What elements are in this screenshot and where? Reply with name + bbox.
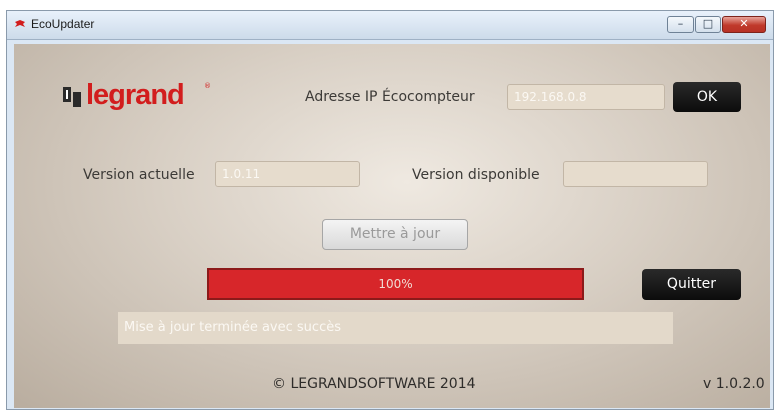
logo: legrand ® xyxy=(62,79,222,114)
legrand-logo-icon xyxy=(63,87,81,107)
copyright-text: © LEGRANDSOFTWARE 2014 xyxy=(272,376,476,392)
ip-label: Adresse IP Écocompteur xyxy=(305,89,475,105)
maximize-button[interactable]: □ xyxy=(695,16,721,33)
update-button[interactable]: Mettre à jour xyxy=(322,219,468,250)
minimize-button[interactable]: – xyxy=(667,16,694,33)
logo-registered-mark: ® xyxy=(204,82,211,90)
close-button[interactable]: ✕ xyxy=(722,16,766,33)
current-version-label: Version actuelle xyxy=(83,167,195,183)
progress-bar: 100% xyxy=(207,268,584,300)
logo-text: legrand xyxy=(86,79,185,111)
available-version-field xyxy=(563,161,708,187)
ip-input[interactable]: 192.168.0.8 xyxy=(507,84,665,110)
available-version-label: Version disponible xyxy=(412,167,540,183)
app-version: v 1.0.2.0 xyxy=(703,376,765,392)
status-message: Mise à jour terminée avec succès xyxy=(118,312,673,344)
app-icon xyxy=(15,20,25,27)
progress-text: 100% xyxy=(378,277,413,291)
current-version-field: 1.0.11 xyxy=(215,161,360,187)
quit-button[interactable]: Quitter xyxy=(642,269,741,300)
title-bar[interactable]: EcoUpdater – □ ✕ xyxy=(7,11,773,40)
ok-button[interactable]: OK xyxy=(673,82,741,112)
window-title: EcoUpdater xyxy=(31,17,95,31)
